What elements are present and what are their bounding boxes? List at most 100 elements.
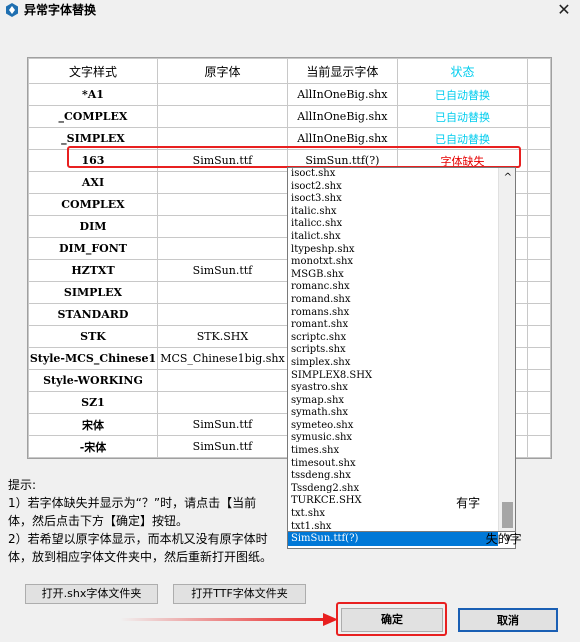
cell-spacer bbox=[527, 259, 551, 282]
col-header-original: 原字体 bbox=[156, 58, 288, 84]
app-logo-icon bbox=[6, 3, 18, 17]
cell-original-font: SimSun.ttf bbox=[156, 149, 288, 172]
dropdown-item[interactable]: symusic.shx bbox=[288, 432, 498, 445]
dropdown-item[interactable]: romand.shx bbox=[288, 294, 498, 307]
dropdown-item[interactable]: syastro.shx bbox=[288, 382, 498, 395]
cell-original-font bbox=[156, 105, 288, 128]
dropdown-item[interactable]: romanc.shx bbox=[288, 281, 498, 294]
hints-title: 提示: bbox=[8, 478, 37, 492]
cell-status: 已自动替换 bbox=[396, 127, 529, 150]
col-header-style: 文字样式 bbox=[28, 58, 158, 84]
cell-text-style: DIM_FONT bbox=[28, 237, 158, 260]
hint-line-3-tail: 失的字 bbox=[485, 532, 522, 546]
cell-original-font bbox=[156, 171, 288, 194]
cell-text-style: 163 bbox=[28, 149, 158, 172]
col-header-current: 当前显示字体 bbox=[286, 58, 398, 84]
cell-status: 已自动替换 bbox=[396, 105, 529, 128]
cell-text-style: _COMPLEX bbox=[28, 105, 158, 128]
dropdown-item[interactable]: times.shx bbox=[288, 445, 498, 458]
dropdown-item[interactable]: ltypeshp.shx bbox=[288, 244, 498, 257]
cell-status: 已自动替换 bbox=[396, 83, 529, 106]
dropdown-item[interactable]: isoct2.shx bbox=[288, 181, 498, 194]
cell-original-font bbox=[156, 391, 288, 414]
open-shx-folder-button[interactable]: 打开.shx字体文件夹 bbox=[25, 584, 158, 604]
cell-spacer bbox=[527, 83, 551, 106]
cell-text-style: DIM bbox=[28, 215, 158, 238]
hint-line-2: 体，然后点击下方【确定】按钮。 bbox=[8, 514, 189, 528]
col-header-spacer bbox=[527, 58, 551, 84]
cell-original-font bbox=[156, 281, 288, 304]
dropdown-item[interactable]: romant.shx bbox=[288, 319, 498, 332]
cell-text-style: COMPLEX bbox=[28, 193, 158, 216]
dropdown-item[interactable]: symeteo.shx bbox=[288, 420, 498, 433]
hint-line-1-text: 1）若字体缺失并显示为“？”时，请点击【当前 bbox=[8, 496, 257, 510]
cell-original-font: MCS_Chinese1big.shx bbox=[156, 347, 288, 370]
cell-original-font: SimSun.ttf bbox=[156, 259, 288, 282]
cancel-button[interactable]: 取消 bbox=[458, 608, 558, 632]
cell-text-style: SZ1 bbox=[28, 391, 158, 414]
cell-original-font bbox=[156, 127, 288, 150]
ok-button[interactable]: 确定 bbox=[341, 608, 443, 632]
cell-text-style: AXI bbox=[28, 171, 158, 194]
title-bar: 异常字体替换 ✕ bbox=[0, 0, 580, 22]
cell-spacer bbox=[527, 435, 551, 458]
cell-current-font[interactable]: AllInOneBig.shx bbox=[286, 83, 398, 106]
arrow-annotation-icon bbox=[120, 613, 338, 626]
hint-line-3-text: 2）若希望以原字体显示，而本机又没有原字体时 bbox=[8, 532, 268, 546]
dropdown-item[interactable]: scripts.shx bbox=[288, 344, 498, 357]
dropdown-item[interactable]: timesout.shx bbox=[288, 458, 498, 471]
dropdown-item[interactable]: isoct3.shx bbox=[288, 193, 498, 206]
cell-spacer bbox=[527, 325, 551, 348]
dropdown-item[interactable]: scriptc.shx bbox=[288, 332, 498, 345]
scroll-up-icon[interactable]: ^ bbox=[504, 172, 512, 183]
cell-spacer bbox=[527, 237, 551, 260]
dropdown-item[interactable]: romans.shx bbox=[288, 307, 498, 320]
cell-spacer bbox=[527, 127, 551, 150]
dropdown-item[interactable]: simplex.shx bbox=[288, 357, 498, 370]
cell-spacer bbox=[527, 347, 551, 370]
dropdown-item[interactable]: MSGB.shx bbox=[288, 269, 498, 282]
table-row[interactable]: _SIMPLEX AllInOneBig.shx 已自动替换 bbox=[28, 127, 551, 150]
table-row[interactable]: *A1 AllInOneBig.shx 已自动替换 bbox=[28, 83, 551, 106]
dropdown-item[interactable]: symath.shx bbox=[288, 407, 498, 420]
cell-original-font bbox=[156, 237, 288, 260]
cell-text-style: 宋体 bbox=[28, 413, 158, 436]
cell-original-font bbox=[156, 83, 288, 106]
close-button[interactable]: ✕ bbox=[552, 0, 576, 21]
dropdown-item[interactable]: symap.shx bbox=[288, 395, 498, 408]
cell-original-font bbox=[156, 303, 288, 326]
open-ttf-folder-button[interactable]: 打开TTF字体文件夹 bbox=[173, 584, 306, 604]
dropdown-item[interactable]: monotxt.shx bbox=[288, 256, 498, 269]
cell-spacer bbox=[527, 303, 551, 326]
dropdown-item[interactable]: isoct.shx bbox=[288, 168, 498, 181]
dropdown-item[interactable]: SIMPLEX8.SHX bbox=[288, 370, 498, 383]
cell-spacer bbox=[527, 105, 551, 128]
cell-original-font: SimSun.ttf bbox=[156, 435, 288, 458]
cell-original-font bbox=[156, 369, 288, 392]
cell-original-font: SimSun.ttf bbox=[156, 413, 288, 436]
cell-original-font: STK.SHX bbox=[156, 325, 288, 348]
cell-text-style: Style-WORKING bbox=[28, 369, 158, 392]
dropdown-item[interactable]: italicc.shx bbox=[288, 218, 498, 231]
table-row[interactable]: _COMPLEX AllInOneBig.shx 已自动替换 bbox=[28, 105, 551, 128]
cell-spacer bbox=[527, 413, 551, 436]
cell-text-style: Style-MCS_Chinese1 bbox=[28, 347, 158, 370]
hint-line-3: 2）若希望以原字体显示，而本机又没有原字体时 失的字 bbox=[8, 530, 578, 548]
cell-spacer bbox=[527, 281, 551, 304]
cell-spacer bbox=[527, 215, 551, 238]
cell-text-style: STANDARD bbox=[28, 303, 158, 326]
cell-spacer bbox=[527, 369, 551, 392]
cell-text-style: -宋体 bbox=[28, 435, 158, 458]
cell-current-font[interactable]: AllInOneBig.shx bbox=[286, 105, 398, 128]
dropdown-item[interactable]: italict.shx bbox=[288, 231, 498, 244]
cell-spacer bbox=[527, 171, 551, 194]
cell-spacer bbox=[527, 193, 551, 216]
col-header-status: 状态 bbox=[396, 58, 529, 84]
cell-current-font[interactable]: AllInOneBig.shx bbox=[286, 127, 398, 150]
cell-text-style: *A1 bbox=[28, 83, 158, 106]
dropdown-item[interactable]: italic.shx bbox=[288, 206, 498, 219]
hint-line-4: 体，放到相应字体文件夹中，然后重新打开图纸。 bbox=[8, 550, 273, 564]
cell-spacer bbox=[527, 391, 551, 414]
cell-text-style: HZTXT bbox=[28, 259, 158, 282]
hint-line-1-tail: 有字 bbox=[456, 496, 481, 510]
